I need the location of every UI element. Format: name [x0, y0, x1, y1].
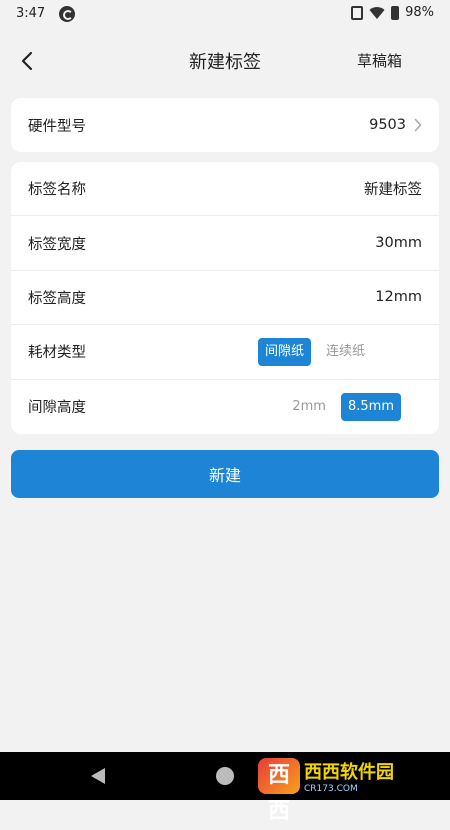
- top-nav-bar: 新建标签 草稿箱: [0, 28, 450, 92]
- create-button[interactable]: 新建: [11, 450, 439, 498]
- label-height-value[interactable]: 12mm: [375, 289, 422, 305]
- watermark-logo: 西西: [258, 758, 300, 824]
- vibrate-icon: [351, 5, 364, 20]
- label-name-label: 标签名称: [28, 182, 86, 199]
- consumable-type-row: 耗材类型 间隙纸 连续纸: [11, 325, 439, 380]
- label-width-label: 标签宽度: [28, 236, 86, 253]
- status-bar: 3:47 98%: [0, 0, 450, 28]
- option-gap-2mm[interactable]: 2mm: [285, 393, 333, 421]
- watermark-sub-text: CR173.COM: [304, 784, 358, 794]
- system-home-icon[interactable]: [216, 767, 234, 785]
- hardware-model-label: 硬件型号: [28, 118, 86, 135]
- system-back-icon[interactable]: [91, 768, 105, 784]
- consumable-options: 间隙纸 连续纸: [258, 338, 372, 367]
- watermark-main-text: 西西软件园: [304, 762, 394, 783]
- status-time: 3:47: [16, 6, 46, 21]
- gap-height-row: 间隙高度 2mm 8.5mm: [11, 380, 439, 434]
- hardware-model-row[interactable]: 硬件型号 9503: [11, 98, 439, 152]
- wifi-icon: [369, 6, 385, 19]
- hardware-model-value: 9503: [369, 117, 406, 133]
- drafts-button[interactable]: 草稿箱: [357, 50, 402, 71]
- hardware-card: 硬件型号 9503: [11, 98, 439, 152]
- option-gap-paper[interactable]: 间隙纸: [258, 338, 312, 367]
- watermark-text: 西西软件园 CR173.COM: [304, 758, 394, 794]
- label-width-row[interactable]: 标签宽度 30mm: [11, 216, 439, 271]
- app-notification-icon: [59, 6, 75, 22]
- option-continuous-paper[interactable]: 连续纸: [319, 338, 372, 366]
- label-name-row[interactable]: 标签名称 新建标签: [11, 162, 439, 217]
- watermark: 西西 西西软件园 CR173.COM: [258, 752, 434, 824]
- label-name-value[interactable]: 新建标签: [364, 178, 422, 199]
- label-height-label: 标签高度: [28, 290, 86, 307]
- chevron-right-icon: [414, 118, 422, 132]
- label-height-row[interactable]: 标签高度 12mm: [11, 271, 439, 326]
- battery-icon: [391, 5, 400, 20]
- status-indicators: 98%: [351, 5, 434, 20]
- gap-height-options: 2mm 8.5mm: [285, 392, 401, 421]
- label-settings-card: 标签名称 新建标签 标签宽度 30mm 标签高度 12mm 耗材类型 间隙纸 连…: [11, 162, 439, 434]
- battery-percent: 98%: [405, 5, 434, 20]
- option-gap-8-5mm[interactable]: 8.5mm: [340, 392, 401, 421]
- label-width-value[interactable]: 30mm: [375, 235, 422, 251]
